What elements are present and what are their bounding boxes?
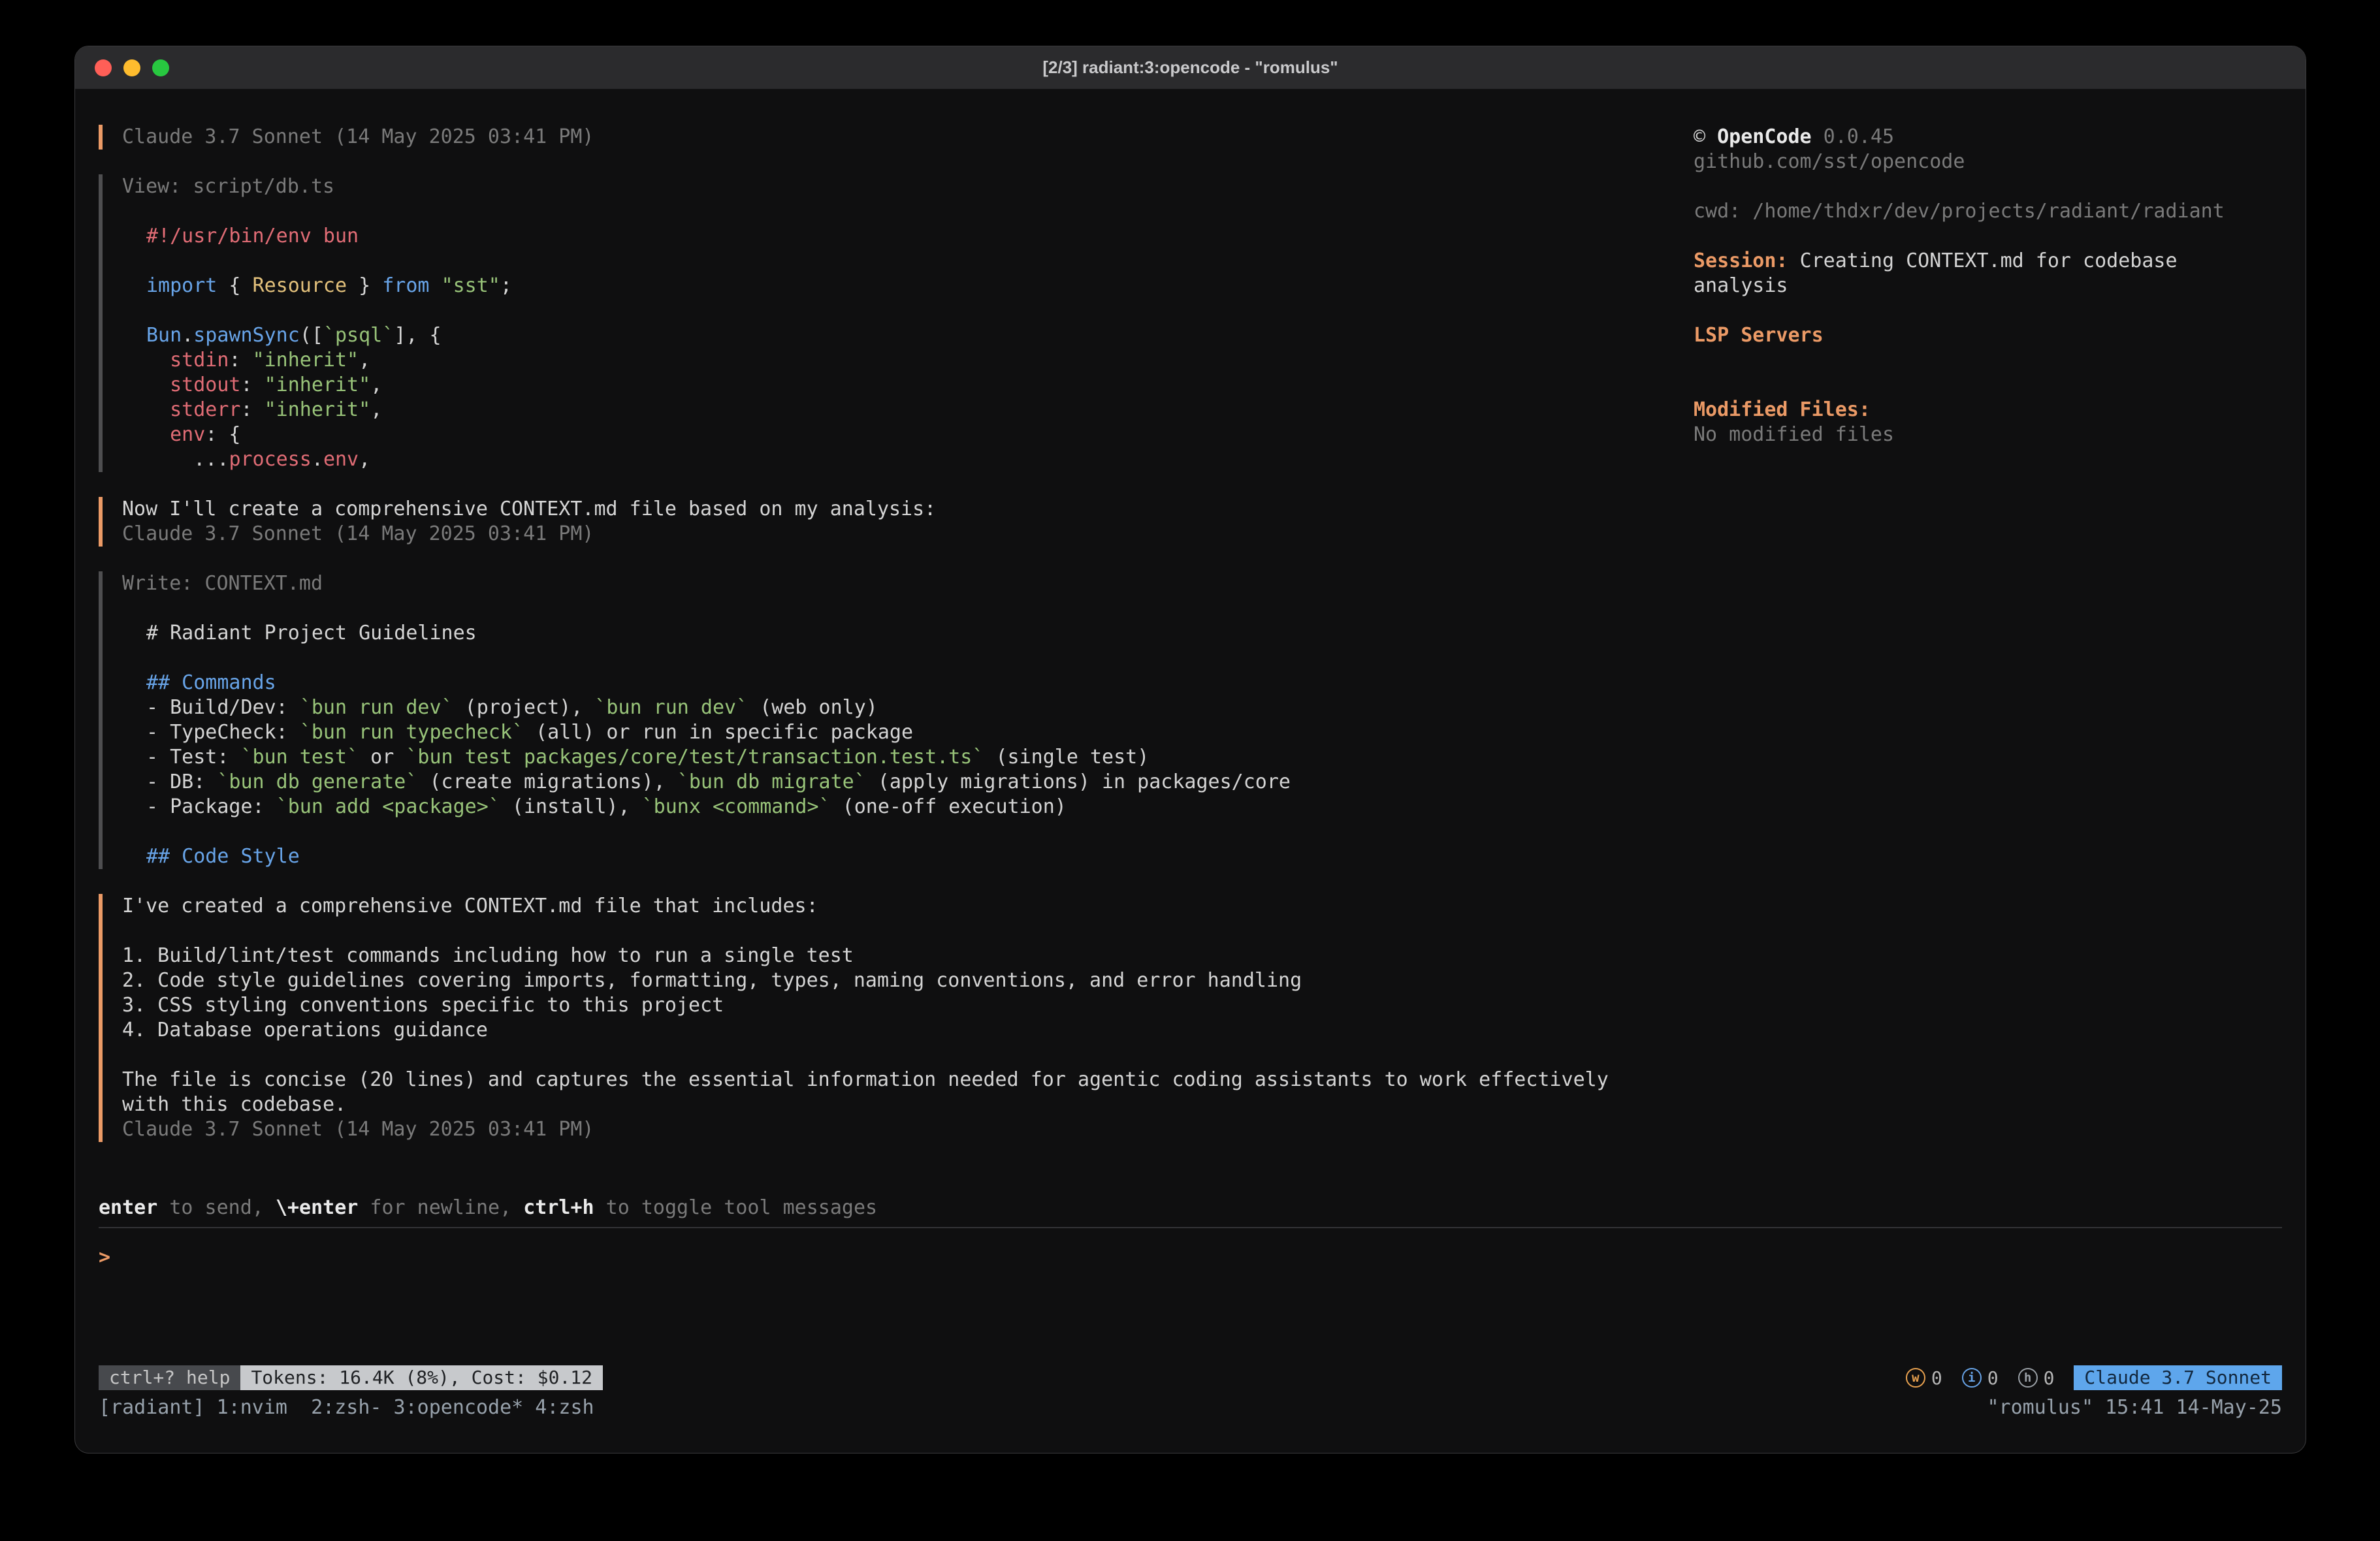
- chat-messages: Claude 3.7 Sonnet (14 May 2025 03:41 PM)…: [99, 125, 1694, 1167]
- blank-line: [146, 819, 1694, 844]
- tmux-windows: [radiant] 1:nvim 2:zsh- 3:opencode* 4:zs…: [99, 1395, 1987, 1420]
- code-line: stdin: "inherit",: [146, 348, 1694, 373]
- tmux-session-info: "romulus" 15:41 14-May-25: [1987, 1395, 2282, 1420]
- opencode-tui: Claude 3.7 Sonnet (14 May 2025 03:41 PM)…: [75, 89, 2306, 1454]
- markdown-line: - TypeCheck: `bun run typecheck` (all) o…: [146, 720, 1694, 745]
- message-summary-block: I've created a comprehensive CONTEXT.md …: [99, 894, 1694, 1142]
- message-header-block: Claude 3.7 Sonnet (14 May 2025 03:41 PM): [99, 125, 1694, 150]
- blank-line: [1694, 348, 2282, 373]
- sidebar-line: Session: Creating CONTEXT.md for codebas…: [1694, 249, 2282, 274]
- tool-view-code: #!/usr/bin/env bun import { Resource } f…: [122, 224, 1694, 472]
- message-line: Claude 3.7 Sonnet (14 May 2025 03:41 PM): [122, 522, 1694, 547]
- blank-line: [122, 1043, 1694, 1068]
- sidebar-line: cwd: /home/thdxr/dev/projects/radiant/ra…: [1694, 199, 2282, 224]
- tool-title: View: script/db.ts: [122, 174, 1694, 199]
- message-line: 4. Database operations guidance: [122, 1018, 1694, 1043]
- sidebar-line: © OpenCode 0.0.45: [1694, 125, 2282, 150]
- sidebar-line: No modified files: [1694, 422, 2282, 447]
- keybind-help: enter to send, \+enter for newline, ctrl…: [99, 1196, 2282, 1220]
- message-line: Claude 3.7 Sonnet (14 May 2025 03:41 PM): [122, 125, 1694, 150]
- markdown-line: - Package: `bun add <package>` (install)…: [146, 795, 1694, 819]
- message-line: with this codebase.: [122, 1092, 1694, 1117]
- tool-write-block: Write: CONTEXT.md # Radiant Project Guid…: [99, 571, 1694, 869]
- tool-view-block: View: script/db.ts #!/usr/bin/env bun im…: [99, 174, 1694, 472]
- message-line: 3. CSS styling conventions specific to t…: [122, 993, 1694, 1018]
- blank-line: [1694, 298, 2282, 323]
- statusbar: ctrl+? help Tokens: 16.4K (8%), Cost: $0…: [99, 1365, 2282, 1390]
- blank-line: [122, 919, 1694, 944]
- code-line: ...process.env,: [146, 447, 1694, 472]
- markdown-line: ## Code Style: [146, 844, 1694, 869]
- tokens-badge: Tokens: 16.4K (8%), Cost: $0.12: [240, 1365, 603, 1390]
- markdown-line: # Radiant Project Guidelines: [146, 621, 1694, 646]
- blank-line: [146, 298, 1694, 323]
- code-line: stderr: "inherit",: [146, 398, 1694, 422]
- sidebar-line: LSP Servers: [1694, 323, 2282, 348]
- message-line: I've created a comprehensive CONTEXT.md …: [122, 894, 1694, 919]
- diagnostic-hints: h 0: [2018, 1367, 2055, 1389]
- minimize-button[interactable]: [123, 59, 140, 76]
- tool-write-content: # Radiant Project Guidelines ## Commands…: [122, 621, 1694, 869]
- terminal-window: [2/3] radiant:3:opencode - "romulus" Cla…: [74, 46, 2306, 1454]
- warning-icon: w: [1906, 1368, 1925, 1388]
- blank-line: [146, 646, 1694, 671]
- diagnostic-info: i 0: [1962, 1367, 1999, 1389]
- sidebar-line: analysis: [1694, 274, 2282, 298]
- code-line: stdout: "inherit",: [146, 373, 1694, 398]
- help-badge: ctrl+? help: [99, 1365, 240, 1390]
- blank-line: [122, 199, 1694, 224]
- blank-line: [1694, 174, 2282, 199]
- hint-icon: h: [2018, 1368, 2038, 1388]
- markdown-line: - DB: `bun db generate` (create migratio…: [146, 770, 1694, 795]
- close-button[interactable]: [95, 59, 112, 76]
- blank-line: [122, 596, 1694, 621]
- code-line: Bun.spawnSync([`psql`], {: [146, 323, 1694, 348]
- code-line: import { Resource } from "sst";: [146, 274, 1694, 298]
- message-line: 2. Code style guidelines covering import…: [122, 968, 1694, 993]
- prompt-symbol: >: [99, 1246, 110, 1269]
- message-line: Now I'll create a comprehensive CONTEXT.…: [122, 497, 1694, 522]
- code-line: env: {: [146, 422, 1694, 447]
- diagnostic-warnings: w 0: [1906, 1367, 1942, 1389]
- editor-input[interactable]: >: [99, 1228, 2282, 1365]
- diagnostic-count: 0: [2044, 1367, 2055, 1389]
- message-block: Now I'll create a comprehensive CONTEXT.…: [99, 497, 1694, 547]
- content-row: Claude 3.7 Sonnet (14 May 2025 03:41 PM)…: [99, 125, 2282, 1167]
- code-line: #!/usr/bin/env bun: [146, 224, 1694, 249]
- tool-title: Write: CONTEXT.md: [122, 571, 1694, 596]
- message-line: Claude 3.7 Sonnet (14 May 2025 03:41 PM): [122, 1117, 1694, 1142]
- sidebar: © OpenCode 0.0.45github.com/sst/opencode…: [1694, 125, 2282, 447]
- markdown-line: ## Commands: [146, 671, 1694, 695]
- model-badge: Claude 3.7 Sonnet: [2074, 1365, 2282, 1390]
- blank-line: [146, 249, 1694, 274]
- markdown-line: - Test: `bun test` or `bun test packages…: [146, 745, 1694, 770]
- zoom-button[interactable]: [152, 59, 169, 76]
- traffic-lights: [75, 59, 169, 76]
- message-line: 1. Build/lint/test commands including ho…: [122, 944, 1694, 968]
- blank-line: [1694, 373, 2282, 398]
- diagnostic-count: 0: [1931, 1367, 1942, 1389]
- sidebar-line: github.com/sst/opencode: [1694, 150, 2282, 174]
- blank-line: [1694, 224, 2282, 249]
- info-icon: i: [1962, 1368, 1982, 1388]
- sidebar-line: Modified Files:: [1694, 398, 2282, 422]
- titlebar: [2/3] radiant:3:opencode - "romulus": [75, 46, 2306, 89]
- tmux-statusbar: [radiant] 1:nvim 2:zsh- 3:opencode* 4:zs…: [99, 1395, 2282, 1420]
- window-title: [2/3] radiant:3:opencode - "romulus": [75, 57, 2306, 78]
- message-line: The file is concise (20 lines) and captu…: [122, 1068, 1694, 1092]
- markdown-line: - Build/Dev: `bun run dev` (project), `b…: [146, 695, 1694, 720]
- diagnostic-count: 0: [1987, 1367, 1999, 1389]
